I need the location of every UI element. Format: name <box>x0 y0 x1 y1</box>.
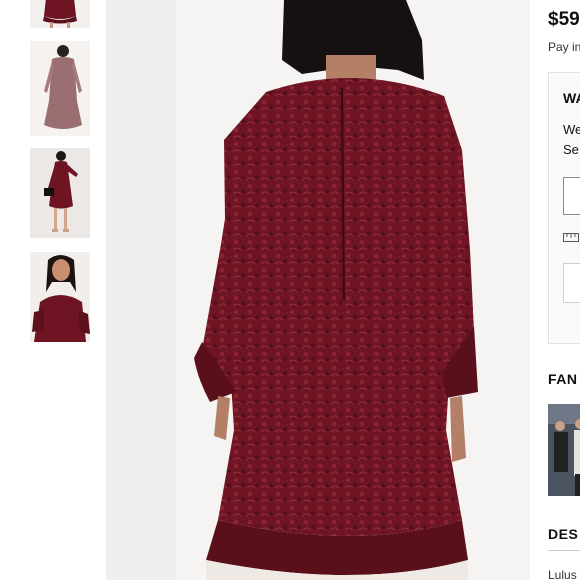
thumbnail-4-image <box>30 252 90 342</box>
thumbnail-3-image <box>30 148 90 238</box>
thumbnail-1-image <box>30 0 90 28</box>
dress-back-view-image <box>106 0 530 580</box>
main-product-image[interactable] <box>106 0 530 580</box>
thumbnail-rail <box>0 0 106 580</box>
description-section-title: DES <box>548 526 579 542</box>
size-select[interactable] <box>563 177 580 215</box>
add-to-bag-button[interactable] <box>563 263 580 303</box>
fan-section-title: FAN <box>548 371 578 387</box>
description-text: Lulus <box>548 568 577 580</box>
thumbnail-3[interactable] <box>30 148 90 238</box>
thumbnail-4[interactable] <box>30 252 90 342</box>
thumbnail-2[interactable] <box>30 41 90 136</box>
fan-photo[interactable] <box>548 404 580 496</box>
ruler-icon[interactable] <box>563 231 579 243</box>
description-divider <box>548 550 580 551</box>
size-card-title: WA <box>563 90 580 106</box>
thumbnail-1[interactable] <box>30 0 90 28</box>
pay-in-installments-text[interactable]: Pay in <box>548 40 580 54</box>
size-card-line-1: We <box>563 122 580 137</box>
size-card-line-2: Se <box>563 142 579 157</box>
size-card: WA We Se <box>548 72 580 344</box>
product-price: $59 <box>548 9 580 30</box>
fan-photo-image <box>548 404 580 496</box>
product-info-panel: $59 Pay in WA We Se FAN DES Lulus <box>530 0 580 580</box>
thumbnail-2-image <box>30 41 90 136</box>
